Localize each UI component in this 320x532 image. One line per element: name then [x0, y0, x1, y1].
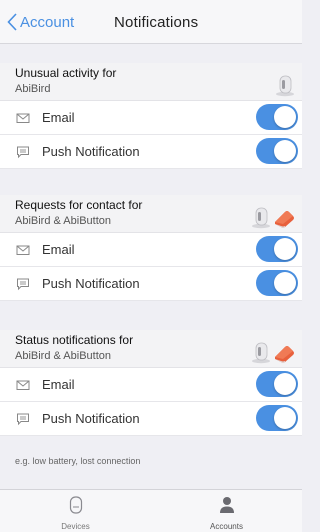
abibird-device-icon — [276, 75, 294, 97]
push-notification-toggle[interactable] — [256, 138, 298, 164]
row-label: Push Notification — [42, 144, 140, 159]
person-icon — [219, 497, 234, 513]
tab-label: Accounts — [210, 522, 243, 531]
section-unusual-activity: Unusual activity for AbiBird Email Push … — [0, 63, 302, 169]
section-subtitle: AbiBird & AbiButton — [15, 350, 112, 362]
page-title: Notifications — [114, 14, 199, 31]
toggle-knob — [274, 238, 296, 260]
back-label: Account — [20, 13, 75, 31]
device-icon — [69, 496, 82, 514]
back-button[interactable]: Account — [7, 11, 74, 33]
section-header: Requests for contact for AbiBird & AbiBu… — [0, 195, 302, 233]
envelope-icon — [16, 113, 30, 123]
chat-bubble-icon — [17, 278, 29, 291]
tab-bar: Devices Accounts — [0, 489, 302, 532]
toggle-knob — [274, 373, 296, 395]
section-requests-for-contact: Requests for contact for AbiBird & AbiBu… — [0, 195, 302, 301]
notification-row-push: Push Notification — [0, 402, 302, 436]
row-label: Push Notification — [42, 276, 140, 291]
chat-bubble-icon — [17, 146, 29, 159]
section-title: Status notifications for — [15, 333, 134, 347]
row-label: Push Notification — [42, 411, 140, 426]
tab-label: Devices — [61, 522, 90, 531]
toggle-knob — [274, 407, 296, 429]
section-header: Status notifications for AbiBird & AbiBu… — [0, 330, 302, 368]
email-toggle[interactable] — [256, 371, 298, 397]
push-notification-toggle[interactable] — [256, 270, 298, 296]
push-notification-toggle[interactable] — [256, 405, 298, 431]
section-subtitle: AbiBird — [15, 83, 51, 95]
email-toggle[interactable] — [256, 104, 298, 130]
envelope-icon — [16, 380, 30, 390]
notification-row-email: Email — [0, 368, 302, 402]
section-status-notifications: Status notifications for AbiBird & AbiBu… — [0, 330, 302, 436]
notification-row-push: Push Notification — [0, 135, 302, 169]
abibutton-device-icon — [275, 346, 294, 363]
abibird-device-icon — [252, 342, 270, 364]
navigation-bar: Account Notifications — [0, 0, 302, 44]
abibutton-device-icon — [275, 211, 294, 228]
section-title: Requests for contact for — [15, 198, 143, 212]
device-icons — [250, 201, 296, 229]
row-label: Email — [42, 242, 75, 257]
abibird-device-icon — [252, 207, 270, 229]
toggle-knob — [274, 106, 296, 128]
row-label: Email — [42, 377, 75, 392]
row-label: Email — [42, 110, 75, 125]
toggle-knob — [274, 140, 296, 162]
device-icons — [274, 69, 296, 97]
chat-bubble-icon — [17, 413, 29, 426]
section-header: Unusual activity for AbiBird — [0, 63, 302, 101]
envelope-icon — [16, 245, 30, 255]
section-title: Unusual activity for — [15, 66, 117, 80]
status-note: e.g. low battery, lost connection — [15, 456, 141, 466]
tab-accounts[interactable]: Accounts — [151, 490, 302, 532]
device-icons — [250, 336, 296, 364]
notification-row-push: Push Notification — [0, 267, 302, 301]
chevron-left-icon — [7, 13, 17, 31]
notification-row-email: Email — [0, 101, 302, 135]
toggle-knob — [274, 272, 296, 294]
notification-row-email: Email — [0, 233, 302, 267]
section-subtitle: AbiBird & AbiButton — [15, 215, 112, 227]
tab-devices[interactable]: Devices — [0, 490, 151, 532]
email-toggle[interactable] — [256, 236, 298, 262]
